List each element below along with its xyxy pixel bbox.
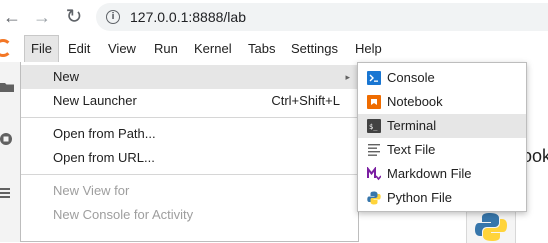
python-logo-icon bbox=[475, 213, 507, 241]
reload-icon[interactable]: ↻ bbox=[62, 5, 86, 29]
menu-divider bbox=[21, 174, 358, 175]
file-menu-new-label: New bbox=[53, 69, 80, 84]
new-submenu: Console Notebook $_ Terminal Text File M… bbox=[357, 62, 527, 212]
svg-text:$_: $_ bbox=[369, 123, 378, 131]
file-menu-new-view-label: New View for bbox=[53, 183, 130, 198]
menu-divider bbox=[21, 117, 358, 118]
file-menu-open-from-url-label: Open from URL... bbox=[53, 150, 155, 165]
file-menu-new-view: New View for bbox=[21, 179, 358, 203]
jupyter-logo-icon[interactable] bbox=[0, 39, 12, 57]
menu-file[interactable]: File bbox=[24, 35, 59, 62]
file-menu-open-from-url[interactable]: Open from URL... bbox=[21, 146, 358, 170]
submenu-markdown-file-label: Markdown File bbox=[387, 166, 472, 181]
submenu-text-file[interactable]: Text File bbox=[358, 138, 526, 162]
url-text[interactable]: 127.0.0.1:8888/lab bbox=[130, 9, 246, 25]
submenu-python-file-label: Python File bbox=[387, 190, 453, 205]
folder-icon[interactable] bbox=[0, 80, 14, 94]
markdown-icon bbox=[367, 167, 381, 181]
menu-edit[interactable]: Edit bbox=[62, 35, 96, 62]
text-file-icon bbox=[368, 144, 380, 156]
submenu-terminal-label: Terminal bbox=[387, 118, 437, 133]
menu-view[interactable]: View bbox=[102, 35, 142, 62]
file-menu-open-from-path[interactable]: Open from Path... bbox=[21, 122, 358, 146]
submenu-python-file[interactable]: Python File bbox=[358, 186, 526, 210]
commands-icon[interactable] bbox=[0, 186, 14, 200]
menu-help[interactable]: Help bbox=[349, 35, 388, 62]
notebook-icon bbox=[367, 95, 381, 109]
file-menu-open-from-path-label: Open from Path... bbox=[53, 126, 156, 141]
submenu-arrow-icon: ▸ bbox=[345, 72, 350, 82]
file-menu-new[interactable]: New ▸ bbox=[21, 65, 358, 89]
forward-icon[interactable]: → bbox=[30, 5, 54, 29]
site-info-icon[interactable]: i bbox=[106, 10, 120, 24]
address-bar[interactable]: i 127.0.0.1:8888/lab bbox=[96, 3, 548, 31]
browser-toolbar: ← → ↻ i 127.0.0.1:8888/lab bbox=[0, 0, 548, 34]
submenu-markdown-file[interactable]: Markdown File bbox=[358, 162, 526, 186]
submenu-console-label: Console bbox=[387, 70, 435, 85]
submenu-text-file-label: Text File bbox=[387, 142, 436, 157]
shortcut-label: Ctrl+Shift+L bbox=[271, 93, 340, 108]
submenu-notebook[interactable]: Notebook bbox=[358, 90, 526, 114]
file-menu-dropdown: New ▸ New Launcher Ctrl+Shift+L Open fro… bbox=[20, 62, 359, 242]
submenu-notebook-label: Notebook bbox=[387, 94, 443, 109]
file-menu-new-launcher-label: New Launcher bbox=[53, 93, 137, 108]
menu-settings[interactable]: Settings bbox=[285, 35, 344, 62]
menu-tabs[interactable]: Tabs bbox=[242, 35, 281, 62]
submenu-console[interactable]: Console bbox=[358, 66, 526, 90]
menu-kernel[interactable]: Kernel bbox=[188, 35, 238, 62]
console-icon bbox=[367, 71, 381, 85]
file-menu-new-console-activity-label: New Console for Activity bbox=[53, 207, 194, 222]
file-menu-new-launcher[interactable]: New Launcher Ctrl+Shift+L bbox=[21, 89, 358, 113]
terminal-icon: $_ bbox=[367, 119, 381, 133]
running-icon[interactable] bbox=[0, 132, 14, 146]
back-icon[interactable]: ← bbox=[0, 5, 24, 29]
menu-run[interactable]: Run bbox=[148, 35, 184, 62]
python-icon bbox=[367, 191, 381, 205]
file-menu-new-console-activity: New Console for Activity bbox=[21, 203, 358, 227]
jupyterlab-menubar: File Edit View Run Kernel Tabs Settings … bbox=[0, 35, 548, 63]
submenu-terminal[interactable]: $_ Terminal bbox=[358, 114, 526, 138]
left-sidebar bbox=[0, 62, 21, 242]
